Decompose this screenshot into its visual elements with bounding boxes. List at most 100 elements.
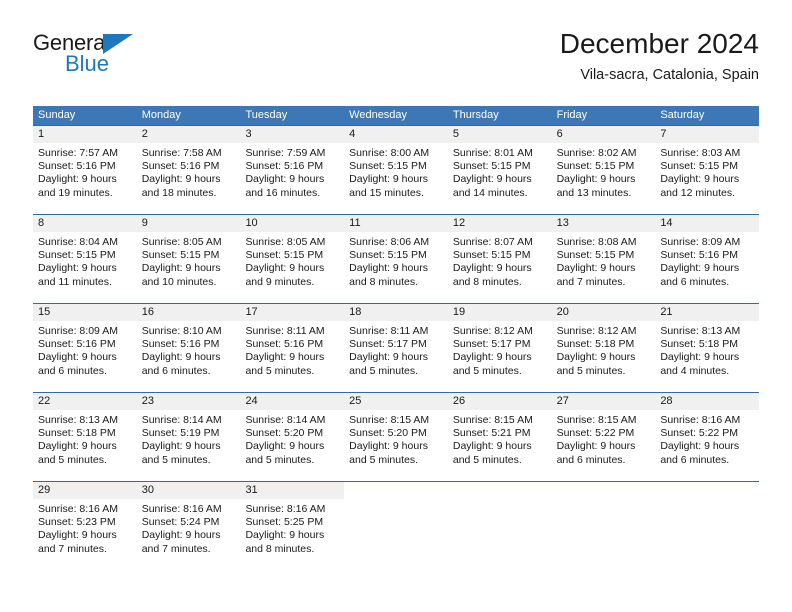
day-cell[interactable]: 1 Sunrise: 7:57 AM Sunset: 5:16 PM Dayli… [33, 126, 137, 214]
day-details: Sunrise: 7:58 AM Sunset: 5:16 PM Dayligh… [137, 143, 241, 200]
daylight-line2: and 7 minutes. [556, 275, 626, 288]
day-number: 13 [556, 217, 569, 229]
daylight-line1: Daylight: 9 hours [349, 173, 428, 186]
day-number: 17 [245, 306, 258, 318]
day-details: Sunrise: 8:15 AM Sunset: 5:22 PM Dayligh… [552, 410, 656, 467]
page-title: December 2024 [559, 28, 759, 59]
daylight-line2: and 15 minutes. [349, 186, 424, 199]
day-number: 6 [556, 128, 563, 140]
page-header: General Blue December 2024 Vila-sacra, C… [33, 28, 759, 98]
sunset-text: Sunset: 5:18 PM [556, 338, 635, 351]
daylight-line1: Daylight: 9 hours [245, 529, 325, 542]
day-number: 20 [556, 306, 569, 318]
day-number: 10 [245, 217, 258, 229]
day-cell[interactable]: 22 Sunrise: 8:13 AM Sunset: 5:18 PM Dayl… [33, 393, 137, 481]
day-number-band [344, 482, 448, 499]
daylight-line2: and 5 minutes. [556, 364, 626, 377]
day-number: 28 [660, 395, 673, 407]
day-details: Sunrise: 8:15 AM Sunset: 5:21 PM Dayligh… [448, 410, 552, 467]
day-cell[interactable]: 21 Sunrise: 8:13 AM Sunset: 5:18 PM Dayl… [655, 304, 760, 392]
day-cell[interactable]: 24 Sunrise: 8:14 AM Sunset: 5:20 PM Dayl… [240, 393, 345, 481]
day-cell[interactable]: 7 Sunrise: 8:03 AM Sunset: 5:15 PM Dayli… [655, 126, 760, 214]
sunset-text: Sunset: 5:16 PM [141, 338, 220, 351]
day-details: Sunrise: 8:16 AM Sunset: 5:24 PM Dayligh… [137, 499, 241, 556]
day-details: Sunrise: 8:03 AM Sunset: 5:15 PM Dayligh… [655, 143, 759, 200]
day-cell[interactable]: 11 Sunrise: 8:06 AM Sunset: 5:15 PM Dayl… [344, 215, 448, 303]
day-details: Sunrise: 8:07 AM Sunset: 5:15 PM Dayligh… [448, 232, 552, 289]
day-number-band: 28 [655, 393, 760, 410]
daylight-line2: and 12 minutes. [660, 186, 736, 199]
day-cell[interactable]: 23 Sunrise: 8:14 AM Sunset: 5:19 PM Dayl… [136, 393, 241, 481]
daylight-line1: Daylight: 9 hours [141, 262, 221, 275]
day-number-band: 3 [240, 126, 345, 143]
sunrise-text: Sunrise: 8:15 AM [452, 414, 533, 426]
day-cell[interactable]: 19 Sunrise: 8:12 AM Sunset: 5:17 PM Dayl… [447, 304, 552, 392]
day-cell[interactable]: 16 Sunrise: 8:10 AM Sunset: 5:16 PM Dayl… [136, 304, 241, 392]
day-number-band: 25 [344, 393, 448, 410]
day-details: Sunrise: 8:12 AM Sunset: 5:17 PM Dayligh… [448, 321, 552, 378]
day-cell[interactable]: 10 Sunrise: 8:05 AM Sunset: 5:15 PM Dayl… [240, 215, 345, 303]
day-number: 24 [245, 395, 258, 407]
day-cell[interactable]: 4 Sunrise: 8:00 AM Sunset: 5:15 PM Dayli… [344, 126, 448, 214]
daylight-line2: and 18 minutes. [141, 186, 217, 199]
day-number: 9 [141, 217, 148, 229]
daylight-line2: and 5 minutes. [245, 453, 315, 466]
day-number-band: 17 [240, 304, 345, 321]
day-cell[interactable]: 26 Sunrise: 8:15 AM Sunset: 5:21 PM Dayl… [447, 393, 552, 481]
day-cell[interactable]: 27 Sunrise: 8:15 AM Sunset: 5:22 PM Dayl… [551, 393, 656, 481]
day-cell[interactable]: 5 Sunrise: 8:01 AM Sunset: 5:15 PM Dayli… [447, 126, 552, 214]
day-details: Sunrise: 8:14 AM Sunset: 5:19 PM Dayligh… [137, 410, 241, 467]
day-number: 23 [141, 395, 154, 407]
sunset-text: Sunset: 5:16 PM [245, 338, 324, 351]
day-cell[interactable]: 12 Sunrise: 8:07 AM Sunset: 5:15 PM Dayl… [447, 215, 552, 303]
daylight-line1: Daylight: 9 hours [141, 529, 221, 542]
daylight-line2: and 14 minutes. [452, 186, 528, 199]
day-details: Sunrise: 8:13 AM Sunset: 5:18 PM Dayligh… [655, 321, 759, 378]
day-details: Sunrise: 8:16 AM Sunset: 5:23 PM Dayligh… [33, 499, 137, 556]
day-cell[interactable]: 14 Sunrise: 8:09 AM Sunset: 5:16 PM Dayl… [655, 215, 760, 303]
day-cell[interactable]: 30 Sunrise: 8:16 AM Sunset: 5:24 PM Dayl… [136, 482, 241, 570]
day-details: Sunrise: 8:11 AM Sunset: 5:16 PM Dayligh… [240, 321, 344, 378]
daylight-line1: Daylight: 9 hours [452, 351, 532, 364]
day-details: Sunrise: 8:05 AM Sunset: 5:15 PM Dayligh… [137, 232, 241, 289]
day-number-band: 23 [136, 393, 241, 410]
day-cell[interactable]: 8 Sunrise: 8:04 AM Sunset: 5:15 PM Dayli… [33, 215, 137, 303]
day-cell[interactable]: 3 Sunrise: 7:59 AM Sunset: 5:16 PM Dayli… [240, 126, 345, 214]
daylight-line1: Daylight: 9 hours [38, 440, 117, 453]
day-cell[interactable]: 13 Sunrise: 8:08 AM Sunset: 5:15 PM Dayl… [551, 215, 656, 303]
day-details: Sunrise: 8:09 AM Sunset: 5:16 PM Dayligh… [33, 321, 137, 378]
day-cell[interactable]: 18 Sunrise: 8:11 AM Sunset: 5:17 PM Dayl… [344, 304, 448, 392]
day-number-band [552, 482, 656, 499]
day-cell[interactable]: 6 Sunrise: 8:02 AM Sunset: 5:15 PM Dayli… [551, 126, 656, 214]
day-cell[interactable]: 9 Sunrise: 8:05 AM Sunset: 5:15 PM Dayli… [136, 215, 241, 303]
weekday-header-friday: Friday [556, 109, 588, 121]
daylight-line2: and 8 minutes. [245, 542, 315, 555]
day-cell[interactable]: 25 Sunrise: 8:15 AM Sunset: 5:20 PM Dayl… [344, 393, 448, 481]
day-cell[interactable]: 2 Sunrise: 7:58 AM Sunset: 5:16 PM Dayli… [136, 126, 241, 214]
day-details: Sunrise: 8:15 AM Sunset: 5:20 PM Dayligh… [344, 410, 448, 467]
day-cell[interactable]: 31 Sunrise: 8:16 AM Sunset: 5:25 PM Dayl… [240, 482, 345, 570]
day-details: Sunrise: 8:00 AM Sunset: 5:15 PM Dayligh… [344, 143, 448, 200]
daylight-line1: Daylight: 9 hours [452, 262, 532, 275]
day-number: 27 [556, 395, 569, 407]
daylight-line1: Daylight: 9 hours [141, 351, 221, 364]
day-cell[interactable]: 15 Sunrise: 8:09 AM Sunset: 5:16 PM Dayl… [33, 304, 137, 392]
sunrise-text: Sunrise: 8:16 AM [38, 503, 118, 515]
sunset-text: Sunset: 5:22 PM [556, 427, 635, 440]
sunset-text: Sunset: 5:20 PM [349, 427, 427, 440]
day-cell[interactable]: 17 Sunrise: 8:11 AM Sunset: 5:16 PM Dayl… [240, 304, 345, 392]
day-cell[interactable]: 28 Sunrise: 8:16 AM Sunset: 5:22 PM Dayl… [655, 393, 760, 481]
sunrise-text: Sunrise: 8:05 AM [141, 236, 222, 248]
day-cell[interactable]: 20 Sunrise: 8:12 AM Sunset: 5:18 PM Dayl… [551, 304, 656, 392]
daylight-line1: Daylight: 9 hours [38, 262, 117, 275]
day-details: Sunrise: 8:13 AM Sunset: 5:18 PM Dayligh… [33, 410, 137, 467]
day-cell[interactable]: 29 Sunrise: 8:16 AM Sunset: 5:23 PM Dayl… [33, 482, 137, 570]
weekday-header-saturday: Saturday [660, 109, 705, 121]
day-number-band: 24 [240, 393, 345, 410]
daylight-line1: Daylight: 9 hours [452, 440, 532, 453]
day-number-band [448, 482, 552, 499]
sunrise-text: Sunrise: 8:16 AM [141, 503, 222, 515]
day-number: 31 [245, 484, 258, 496]
day-number-band: 29 [33, 482, 137, 499]
sunrise-text: Sunrise: 8:11 AM [245, 325, 325, 337]
